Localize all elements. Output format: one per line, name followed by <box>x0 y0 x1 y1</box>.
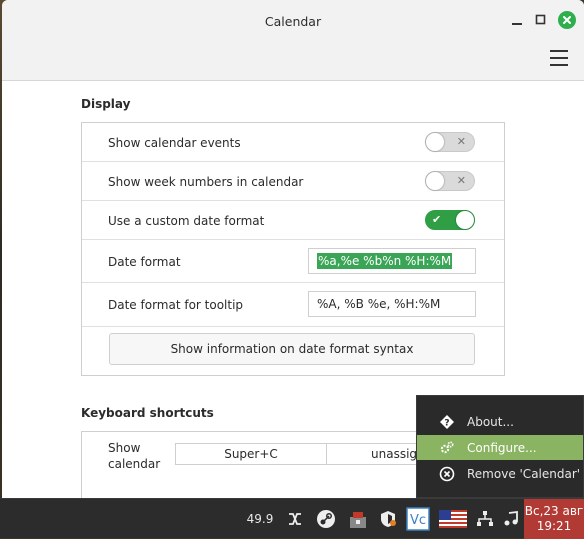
shield-icon[interactable] <box>376 507 400 531</box>
date-syntax-info-button[interactable]: Show information on date format syntax <box>109 333 475 365</box>
minimize-icon <box>512 23 522 25</box>
gear-icon <box>437 438 457 458</box>
hamburger-menu-icon[interactable] <box>550 50 568 66</box>
menu-item-remove[interactable]: Remove 'Calendar' <box>417 461 583 486</box>
close-icon <box>558 11 576 29</box>
sync-icon[interactable] <box>284 507 306 531</box>
selected-text: %a,%e %b%n %H:%M <box>317 253 453 269</box>
clock-date: Вс,23 авг <box>524 504 584 518</box>
row-label: Date format <box>108 255 181 269</box>
row-syntax-button: Show information on date format syntax <box>82 327 504 375</box>
row-label: Show week numbers in calendar <box>108 175 304 189</box>
clock-time: 19:21 <box>536 519 572 533</box>
maximize-icon <box>535 14 546 25</box>
applet-context-menu: ? About... Configure... Remove 'Calendar… <box>416 395 584 498</box>
indicator-value: 49.9 <box>246 512 274 526</box>
maximize-button[interactable] <box>532 11 550 29</box>
shortcut-label-line1: Show <box>108 441 141 455</box>
titlebar: Calendar <box>2 0 584 81</box>
row-custom-date-format: Use a custom date format ✔ <box>82 201 504 240</box>
row-show-week-numbers: Show week numbers in calendar ✕ <box>82 162 504 201</box>
keyboard-panel: Show calendar Super+C unassign <box>81 431 444 498</box>
row-tooltip-format: Date format for tooltip %A, %B %e, %H:%M <box>82 283 504 327</box>
keybinding-primary[interactable]: Super+C <box>175 443 327 465</box>
input-value: %A, %B %e, %H:%M <box>317 297 441 311</box>
row-show-calendar-events: Show calendar events ✕ <box>82 123 504 162</box>
row-label: Show calendar events <box>108 136 241 150</box>
network-icon[interactable] <box>474 507 496 531</box>
menu-item-label: Remove 'Calendar' <box>467 466 581 481</box>
sound-icon[interactable] <box>501 507 521 531</box>
show-events-toggle[interactable]: ✕ <box>425 132 475 152</box>
custom-format-toggle[interactable]: ✔ <box>425 210 475 230</box>
menu-item-configure[interactable]: Configure... <box>417 435 583 460</box>
screenshot-tool-icon[interactable] <box>346 507 370 531</box>
date-format-input[interactable]: %a,%e %b%n %H:%M <box>308 248 476 274</box>
window-title: Calendar <box>264 14 322 29</box>
tooltip-format-input[interactable]: %A, %B %e, %H:%M <box>308 291 476 317</box>
menu-item-about[interactable]: ? About... <box>417 409 583 434</box>
close-button[interactable] <box>558 11 576 29</box>
minimize-button[interactable] <box>508 11 526 29</box>
clock-applet[interactable]: Вс,23 авг 19:21 <box>524 499 584 539</box>
menu-item-label: About... <box>467 414 514 429</box>
toggle-off-icon: ✕ <box>456 135 466 148</box>
keyboard-layout-us-flag-icon[interactable] <box>438 507 468 531</box>
steam-icon[interactable] <box>314 507 338 531</box>
week-numbers-toggle[interactable]: ✕ <box>425 171 475 191</box>
shortcut-label-line2: calendar <box>108 457 161 471</box>
keyboard-heading: Keyboard shortcuts <box>81 406 214 420</box>
row-date-format: Date format %a,%e %b%n %H:%M <box>82 240 504 283</box>
svg-text:Vc: Vc <box>410 513 426 528</box>
toggle-off-icon: ✕ <box>456 174 466 187</box>
svg-text:?: ? <box>444 418 449 428</box>
question-icon: ? <box>437 412 457 432</box>
row-label: Date format for tooltip <box>108 298 244 312</box>
shortcut-label: Show calendar <box>108 440 160 472</box>
display-panel: Show calendar events ✕ Show week numbers… <box>81 122 505 376</box>
vscode-icon[interactable]: Vc <box>405 507 431 531</box>
remove-icon <box>437 464 457 484</box>
menu-item-label: Configure... <box>467 440 537 455</box>
taskbar: 49.9 Vc Вс,23 авг 19:21 <box>0 498 584 539</box>
display-heading: Display <box>81 97 131 111</box>
check-icon: ✔ <box>432 213 442 226</box>
row-label: Use a custom date format <box>108 214 265 228</box>
